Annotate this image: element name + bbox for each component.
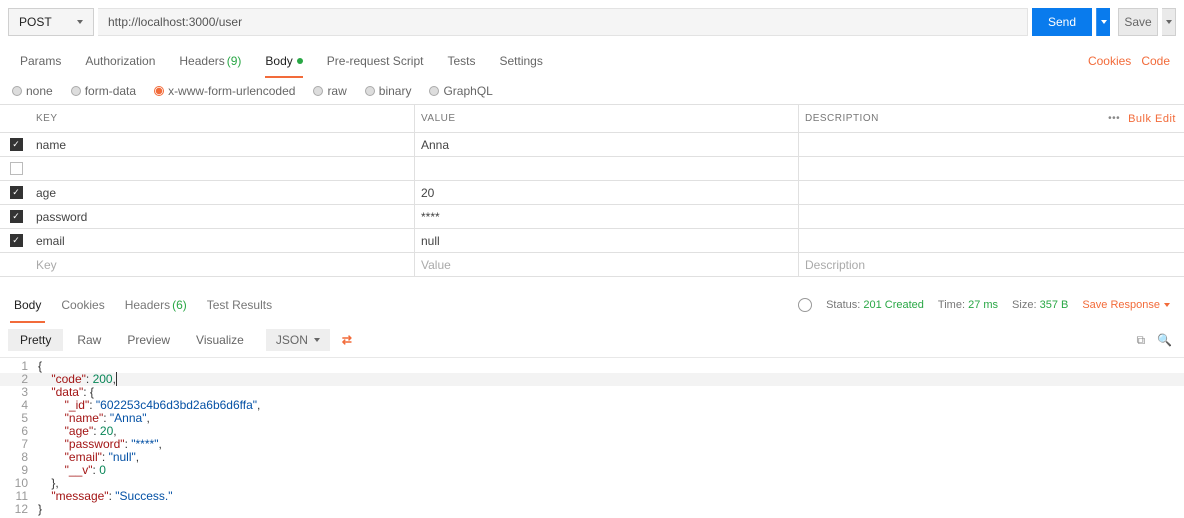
response-body[interactable]: 1{2 "code": 200,3 "data": {4 "_id": "602… — [0, 358, 1184, 518]
column-value: VALUE — [414, 105, 798, 132]
size-value: 357 B — [1040, 299, 1069, 311]
body-type-graphql[interactable]: GraphQL — [429, 84, 492, 98]
value-placeholder[interactable]: Value — [414, 253, 798, 276]
table-row — [0, 157, 1184, 181]
key-cell[interactable]: email — [32, 234, 414, 248]
value-cell[interactable]: null — [414, 229, 798, 252]
key-cell[interactable]: password — [32, 210, 414, 224]
save-options-button[interactable] — [1162, 8, 1176, 36]
column-description: DESCRIPTION — [798, 105, 1098, 132]
table-row: ✓ age 20 — [0, 181, 1184, 205]
row-checkbox[interactable]: ✓ — [10, 210, 23, 223]
view-pretty[interactable]: Pretty — [8, 329, 63, 351]
tab-authorization[interactable]: Authorization — [73, 44, 167, 78]
response-tab-testresults[interactable]: Test Results — [197, 287, 282, 323]
body-type-binary[interactable]: binary — [365, 84, 412, 98]
value-cell[interactable]: **** — [414, 205, 798, 228]
bulk-edit-link[interactable]: Bulk Edit — [1128, 113, 1176, 125]
code-link[interactable]: Code — [1141, 54, 1170, 68]
response-tab-cookies[interactable]: Cookies — [51, 287, 114, 323]
row-checkbox[interactable] — [10, 162, 23, 175]
globe-icon[interactable] — [798, 298, 812, 312]
desc-cell[interactable] — [798, 133, 1098, 156]
tab-prerequest[interactable]: Pre-request Script — [315, 44, 436, 78]
table-row: ✓ email null — [0, 229, 1184, 253]
save-response-button[interactable]: Save Response — [1082, 299, 1170, 311]
tab-params[interactable]: Params — [8, 44, 73, 78]
view-visualize[interactable]: Visualize — [184, 329, 256, 351]
send-options-button[interactable] — [1096, 8, 1110, 36]
desc-placeholder[interactable]: Description — [798, 253, 1098, 276]
size-label: Size: — [1012, 299, 1036, 311]
table-row: ✓ name Anna — [0, 133, 1184, 157]
save-button[interactable]: Save — [1118, 8, 1158, 36]
value-cell[interactable] — [414, 157, 798, 180]
key-placeholder[interactable]: Key — [32, 258, 414, 272]
row-checkbox[interactable]: ✓ — [10, 186, 23, 199]
view-preview[interactable]: Preview — [115, 329, 182, 351]
tab-settings[interactable]: Settings — [488, 44, 555, 78]
format-select[interactable]: JSON — [266, 329, 330, 351]
view-raw[interactable]: Raw — [65, 329, 113, 351]
desc-cell[interactable] — [798, 181, 1098, 204]
wrap-icon[interactable]: ⇄ — [342, 333, 352, 347]
http-method-select[interactable]: POST — [8, 8, 94, 36]
tab-tests[interactable]: Tests — [435, 44, 487, 78]
table-row: ✓ password **** — [0, 205, 1184, 229]
copy-icon[interactable]: ⧉ — [1136, 333, 1145, 348]
tab-body[interactable]: Body — [253, 44, 314, 78]
time-label: Time: — [938, 299, 965, 311]
desc-cell[interactable] — [798, 205, 1098, 228]
key-cell[interactable]: name — [32, 138, 414, 152]
chevron-down-icon — [77, 20, 83, 24]
cookies-link[interactable]: Cookies — [1088, 54, 1131, 68]
key-cell[interactable]: age — [32, 186, 414, 200]
url-input[interactable]: http://localhost:3000/user — [98, 8, 1028, 36]
status-value: 201 Created — [863, 299, 924, 311]
body-type-none[interactable]: none — [12, 84, 53, 98]
desc-cell[interactable] — [798, 229, 1098, 252]
unsaved-dot-icon — [297, 58, 303, 64]
search-icon[interactable]: 🔍 — [1157, 333, 1172, 348]
more-icon[interactable]: ••• — [1108, 113, 1120, 124]
tab-headers[interactable]: Headers(9) — [167, 44, 253, 78]
body-type-raw[interactable]: raw — [313, 84, 346, 98]
column-key: KEY — [32, 113, 414, 124]
status-label: Status: — [826, 299, 860, 311]
value-cell[interactable]: Anna — [414, 133, 798, 156]
desc-cell[interactable] — [798, 157, 1098, 180]
table-row-new[interactable]: Key Value Description — [0, 253, 1184, 277]
time-value: 27 ms — [968, 299, 998, 311]
row-checkbox[interactable]: ✓ — [10, 234, 23, 247]
response-tab-headers[interactable]: Headers(6) — [115, 287, 197, 323]
response-tab-body[interactable]: Body — [4, 287, 51, 323]
row-checkbox[interactable]: ✓ — [10, 138, 23, 151]
send-button[interactable]: Send — [1032, 8, 1092, 36]
body-type-formdata[interactable]: form-data — [71, 84, 136, 98]
body-type-urlencoded[interactable]: x-www-form-urlencoded — [154, 84, 295, 98]
value-cell[interactable]: 20 — [414, 181, 798, 204]
method-label: POST — [19, 15, 52, 29]
